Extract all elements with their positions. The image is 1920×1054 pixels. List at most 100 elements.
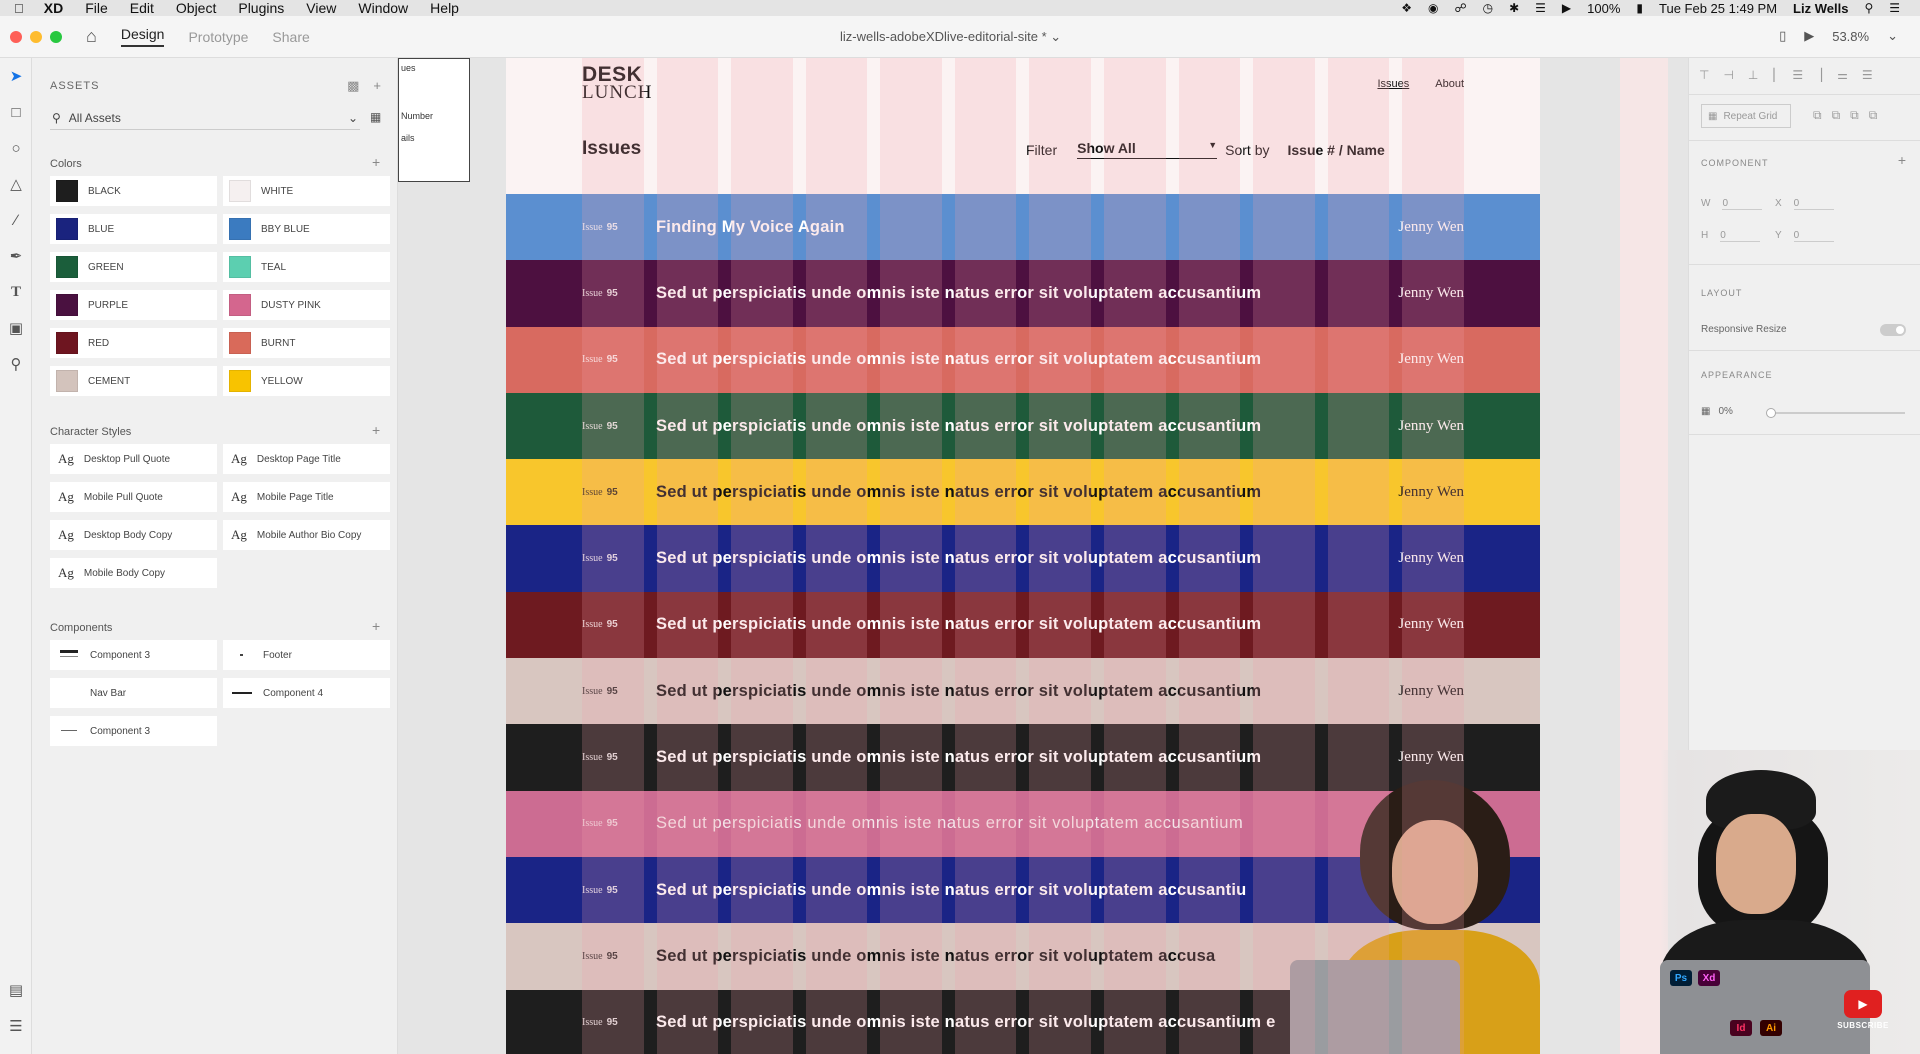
color-swatch-bby-blue[interactable]: BBY BLUE: [223, 214, 390, 244]
vpn-icon[interactable]: ◉: [1428, 1, 1438, 15]
assets-panel-icon[interactable]: ▤: [0, 972, 32, 1008]
nav-link-issues[interactable]: Issues: [1377, 78, 1409, 90]
menu-edit[interactable]: Edit: [130, 0, 154, 16]
menubar-clock[interactable]: Tue Feb 25 1:49 PM: [1659, 1, 1777, 16]
zoom-window-button[interactable]: [50, 30, 62, 43]
boolean-add-icon[interactable]: ⧉: [1813, 108, 1822, 123]
component-item[interactable]: Component 3: [50, 716, 217, 746]
tab-share[interactable]: Share: [272, 29, 309, 45]
grid-view-icon[interactable]: ▦: [370, 110, 381, 124]
component-item[interactable]: Component 4: [223, 678, 390, 708]
time-machine-icon[interactable]: ◷: [1483, 1, 1493, 15]
library-icon[interactable]: ▩: [347, 78, 359, 94]
issue-row[interactable]: Issue 95 Sed ut perspiciatis unde omnis is…: [506, 260, 1540, 327]
issue-title[interactable]: Sed ut perspiciatis unde omnis iste natu…: [656, 1013, 1275, 1032]
rectangle-tool-icon[interactable]: □: [0, 94, 32, 130]
component-item[interactable]: Nav Bar: [50, 678, 217, 708]
align-left-icon[interactable]: ⎜: [1772, 68, 1778, 82]
character-style-item[interactable]: Ag Desktop Body Copy: [50, 520, 217, 550]
y-field[interactable]: Y0: [1775, 230, 1834, 242]
polygon-tool-icon[interactable]: △: [0, 166, 32, 202]
play-icon[interactable]: ▶: [1804, 28, 1814, 44]
ellipse-tool-icon[interactable]: ○: [0, 130, 32, 166]
character-style-item[interactable]: Ag Mobile Body Copy: [50, 558, 217, 588]
color-swatch-white[interactable]: WHITE: [223, 176, 390, 206]
dropbox-icon[interactable]: ❖: [1401, 1, 1412, 15]
color-swatch-purple[interactable]: PURPLE: [50, 290, 217, 320]
distribute-icon[interactable]: ⚌: [1837, 68, 1848, 82]
minimize-window-button[interactable]: [30, 30, 42, 43]
sort-value[interactable]: Issue # / Name: [1287, 142, 1384, 158]
color-swatch-dusty-pink[interactable]: DUSTY PINK: [223, 290, 390, 320]
text-tool-icon[interactable]: T: [0, 274, 32, 310]
add-icon[interactable]: +: [373, 78, 381, 94]
issue-title[interactable]: Sed ut perspiciatis unde omnis iste natu…: [656, 814, 1243, 833]
issue-row[interactable]: Issue 95 Sed ut perspiciatis unde omnis is…: [506, 459, 1540, 526]
desk-lunch-logo[interactable]: DESK LUNCH: [582, 64, 652, 102]
color-swatch-teal[interactable]: TEAL: [223, 252, 390, 282]
issue-title[interactable]: Sed ut perspiciatis unde omnis iste natu…: [656, 615, 1261, 634]
volume-icon[interactable]: ▶: [1562, 1, 1571, 15]
align-top-icon[interactable]: ⊤: [1699, 68, 1709, 82]
select-tool-icon[interactable]: ➤: [0, 58, 32, 94]
color-swatch-red[interactable]: RED: [50, 328, 217, 358]
youtube-subscribe-badge[interactable]: ▶ SUBSCRIBE: [1837, 990, 1888, 1044]
zoom-level[interactable]: 53.8%: [1832, 29, 1869, 44]
tab-design[interactable]: Design: [120, 26, 165, 47]
boolean-subtract-icon[interactable]: ⧉: [1832, 108, 1841, 123]
color-swatch-green[interactable]: GREEN: [50, 252, 217, 282]
responsive-resize-toggle[interactable]: [1880, 324, 1906, 336]
boolean-exclude-icon[interactable]: ⧉: [1869, 108, 1878, 123]
issue-row[interactable]: Issue 95 Finding My Voice Again Jenny Wen: [506, 194, 1540, 261]
battery-icon[interactable]: ▮: [1636, 1, 1643, 15]
issue-title[interactable]: Sed ut perspiciatis unde omnis iste natu…: [656, 947, 1215, 966]
color-swatch-blue[interactable]: BLUE: [50, 214, 217, 244]
issue-title[interactable]: Sed ut perspiciatis unde omnis iste natu…: [656, 549, 1261, 568]
apple-icon[interactable]: : [14, 1, 24, 16]
issue-title[interactable]: Sed ut perspiciatis unde omnis iste natu…: [656, 748, 1261, 767]
boolean-intersect-icon[interactable]: ⧉: [1850, 108, 1859, 123]
zoom-tool-icon[interactable]: ⚲: [0, 346, 32, 382]
document-title[interactable]: liz-wells-adobeXDlive-editorial-site * ⌄: [840, 29, 1061, 45]
height-field[interactable]: H0: [1701, 230, 1761, 242]
issue-title[interactable]: Finding My Voice Again: [656, 218, 845, 237]
issue-title[interactable]: Sed ut perspiciatis unde omnis iste natu…: [656, 417, 1261, 436]
spotlight-icon[interactable]: ⚲: [1864, 1, 1873, 15]
width-field[interactable]: W0: [1701, 198, 1763, 210]
character-style-item[interactable]: Ag Desktop Page Title: [223, 444, 390, 474]
device-preview-icon[interactable]: ▯: [1779, 28, 1786, 44]
issue-row[interactable]: Issue 95 Sed ut perspiciatis unde omnis is…: [506, 392, 1540, 460]
align-bottom-icon[interactable]: ⊥: [1748, 68, 1758, 82]
issue-row[interactable]: Issue 95 Sed ut perspiciatis unde omnis is…: [506, 658, 1540, 725]
menu-app-name[interactable]: XD: [44, 0, 63, 16]
distribute-vertical-icon[interactable]: ☰: [1862, 68, 1873, 82]
menu-window[interactable]: Window: [358, 0, 408, 16]
repeat-grid-button[interactable]: ▦ Repeat Grid: [1701, 104, 1791, 128]
assets-search-filter[interactable]: ⚲ All Assets ⌄: [50, 106, 360, 130]
menu-object[interactable]: Object: [176, 0, 216, 16]
issue-row[interactable]: Issue 95 Sed ut perspiciatis unde omnis is…: [506, 326, 1540, 393]
wifi-icon[interactable]: ☰: [1535, 1, 1546, 15]
color-swatch-black[interactable]: BLACK: [50, 176, 217, 206]
opacity-slider[interactable]: [1766, 408, 1905, 418]
add-component-icon[interactable]: +: [372, 618, 380, 634]
color-swatch-cement[interactable]: CEMENT: [50, 366, 217, 396]
tab-prototype[interactable]: Prototype: [188, 29, 248, 45]
character-style-item[interactable]: Ag Mobile Page Title: [223, 482, 390, 512]
menu-help[interactable]: Help: [430, 0, 459, 16]
opacity-field[interactable]: ▦ 0%: [1701, 406, 1733, 417]
component-item[interactable]: Component 3: [50, 640, 217, 670]
issue-title[interactable]: Sed ut perspiciatis unde omnis iste natu…: [656, 682, 1261, 701]
creative-cloud-icon[interactable]: ☍: [1454, 1, 1466, 15]
adjacent-artboard[interactable]: ues Number ails: [398, 58, 470, 182]
notification-center-icon[interactable]: ☰: [1889, 1, 1900, 15]
close-window-button[interactable]: [10, 30, 22, 43]
line-tool-icon[interactable]: ∕: [0, 202, 32, 238]
artboard-tool-icon[interactable]: ▣: [0, 310, 32, 346]
align-center-icon[interactable]: ☰: [1792, 68, 1803, 82]
bluetooth-icon[interactable]: ✱: [1509, 1, 1519, 15]
menu-plugins[interactable]: Plugins: [238, 0, 284, 16]
color-swatch-burnt[interactable]: BURNT: [223, 328, 390, 358]
issue-row[interactable]: Issue 95 Sed ut perspiciatis unde omnis is…: [506, 591, 1540, 659]
issue-title[interactable]: Sed ut perspiciatis unde omnis iste natu…: [656, 881, 1246, 900]
